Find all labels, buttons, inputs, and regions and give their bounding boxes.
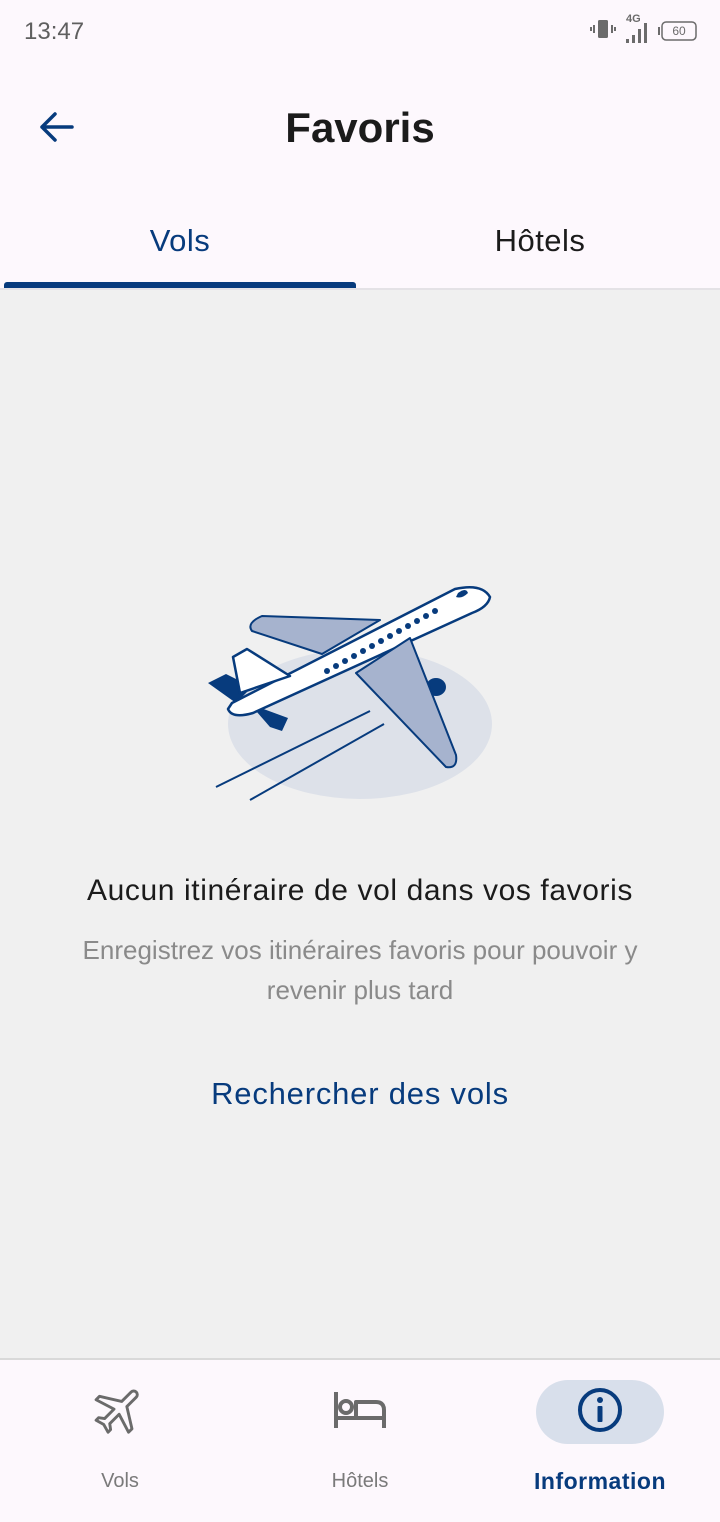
airplane-illustration — [200, 572, 500, 802]
tab-hotels[interactable]: Hôtels — [364, 196, 716, 286]
nav-item-information[interactable]: Information — [480, 1360, 720, 1520]
vibrate-icon — [590, 17, 616, 46]
airplane-icon — [91, 1381, 149, 1444]
nav-item-vols[interactable]: Vols — [0, 1360, 240, 1520]
tab-vols-label: Vols — [149, 223, 211, 258]
bottom-navigation: Vols Hôtels Information — [0, 1358, 720, 1522]
nav-icon-container — [536, 1380, 664, 1444]
tab-indicator — [4, 282, 356, 288]
status-bar: 13:47 4G 60 — [0, 0, 720, 64]
tab-vols[interactable]: Vols — [4, 196, 356, 286]
empty-state-subtitle: Enregistrez vos itinéraires favoris pour… — [82, 935, 638, 1005]
signal-icon: 4G — [624, 13, 650, 45]
tab-hotels-label: Hôtels — [494, 223, 586, 258]
nav-icon-container — [56, 1380, 184, 1444]
top-app-bar: Favoris — [0, 64, 720, 196]
status-icons: 4G 60 — [590, 13, 698, 46]
nav-label-hotels: Hôtels — [331, 1470, 389, 1492]
search-flights-button[interactable]: Rechercher des vols — [0, 1076, 720, 1112]
page-title: Favoris — [285, 104, 435, 151]
empty-state-title: Aucun itinéraire de vol dans vos favoris — [87, 874, 633, 907]
status-time: 13:47 — [24, 18, 85, 45]
nav-label-vols: Vols — [101, 1470, 139, 1492]
tab-bar: Vols Hôtels — [0, 196, 720, 290]
battery-level: 60 — [672, 24, 686, 38]
bed-icon — [332, 1388, 388, 1437]
info-icon — [576, 1386, 624, 1439]
nav-item-hotels[interactable]: Hôtels — [240, 1360, 480, 1520]
battery-icon: 60 — [658, 21, 698, 41]
empty-state: Aucun itinéraire de vol dans vos favoris… — [0, 290, 720, 1358]
nav-icon-container — [296, 1380, 424, 1444]
nav-label-information: Information — [534, 1468, 666, 1494]
